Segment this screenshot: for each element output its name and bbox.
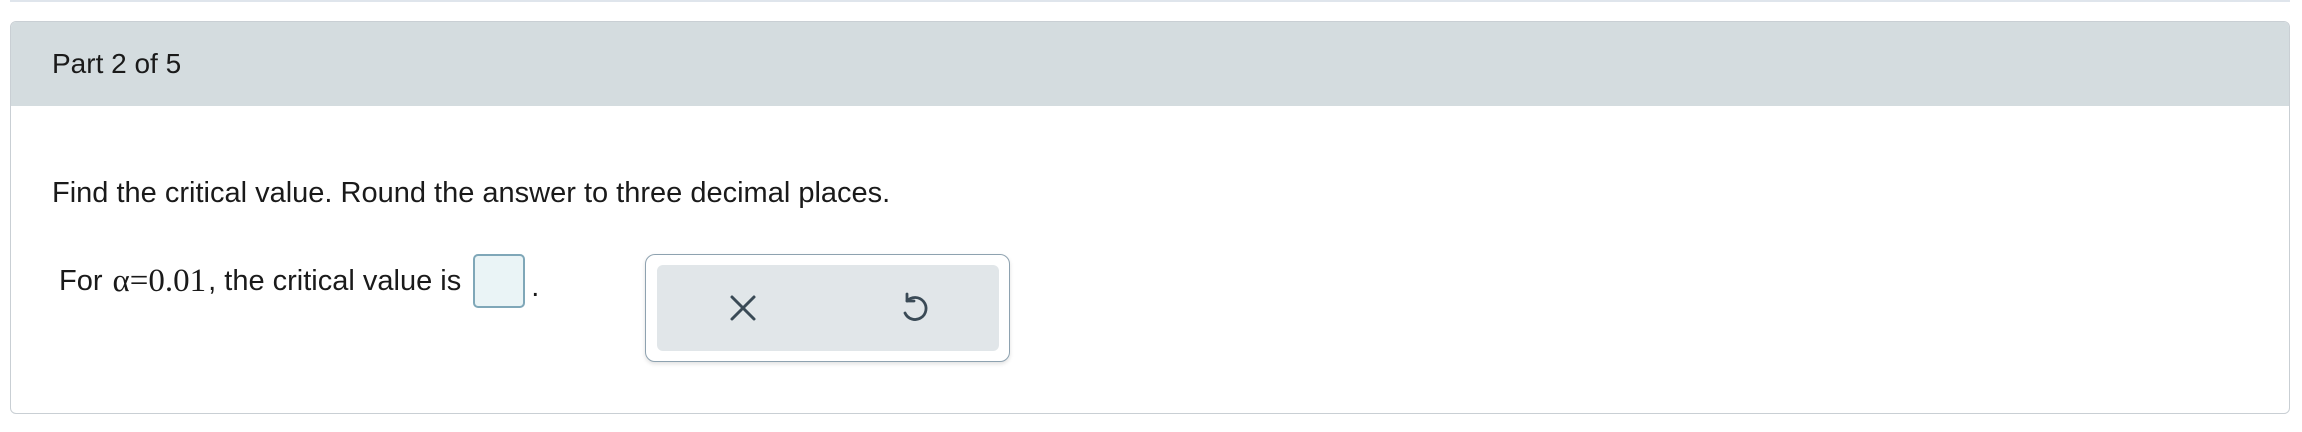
question-instruction: Find the critical value. Round the answe…: [52, 177, 891, 209]
answer-tools-bar: [657, 265, 999, 351]
answer-input[interactable]: [473, 254, 526, 308]
period-text: .: [531, 270, 540, 303]
part-card: Part 2 of 5 Find the critical value. Rou…: [10, 21, 2290, 414]
alpha-expression: α=0.01: [112, 262, 207, 299]
question-lead-text: For: [59, 264, 103, 297]
undo-icon: [903, 292, 927, 321]
part-header: Part 2 of 5: [11, 22, 2289, 106]
answer-tools-popup: [645, 254, 1010, 362]
x-icon: [730, 295, 755, 321]
undo-button[interactable]: [884, 278, 944, 338]
question-trail-text: , the critical value is: [208, 264, 462, 297]
clear-button[interactable]: [713, 278, 773, 338]
part-label: Part 2 of 5: [52, 48, 182, 79]
question-line: For α=0.01 , the critical value is .: [59, 254, 539, 308]
top-divider: [10, 0, 2290, 2]
